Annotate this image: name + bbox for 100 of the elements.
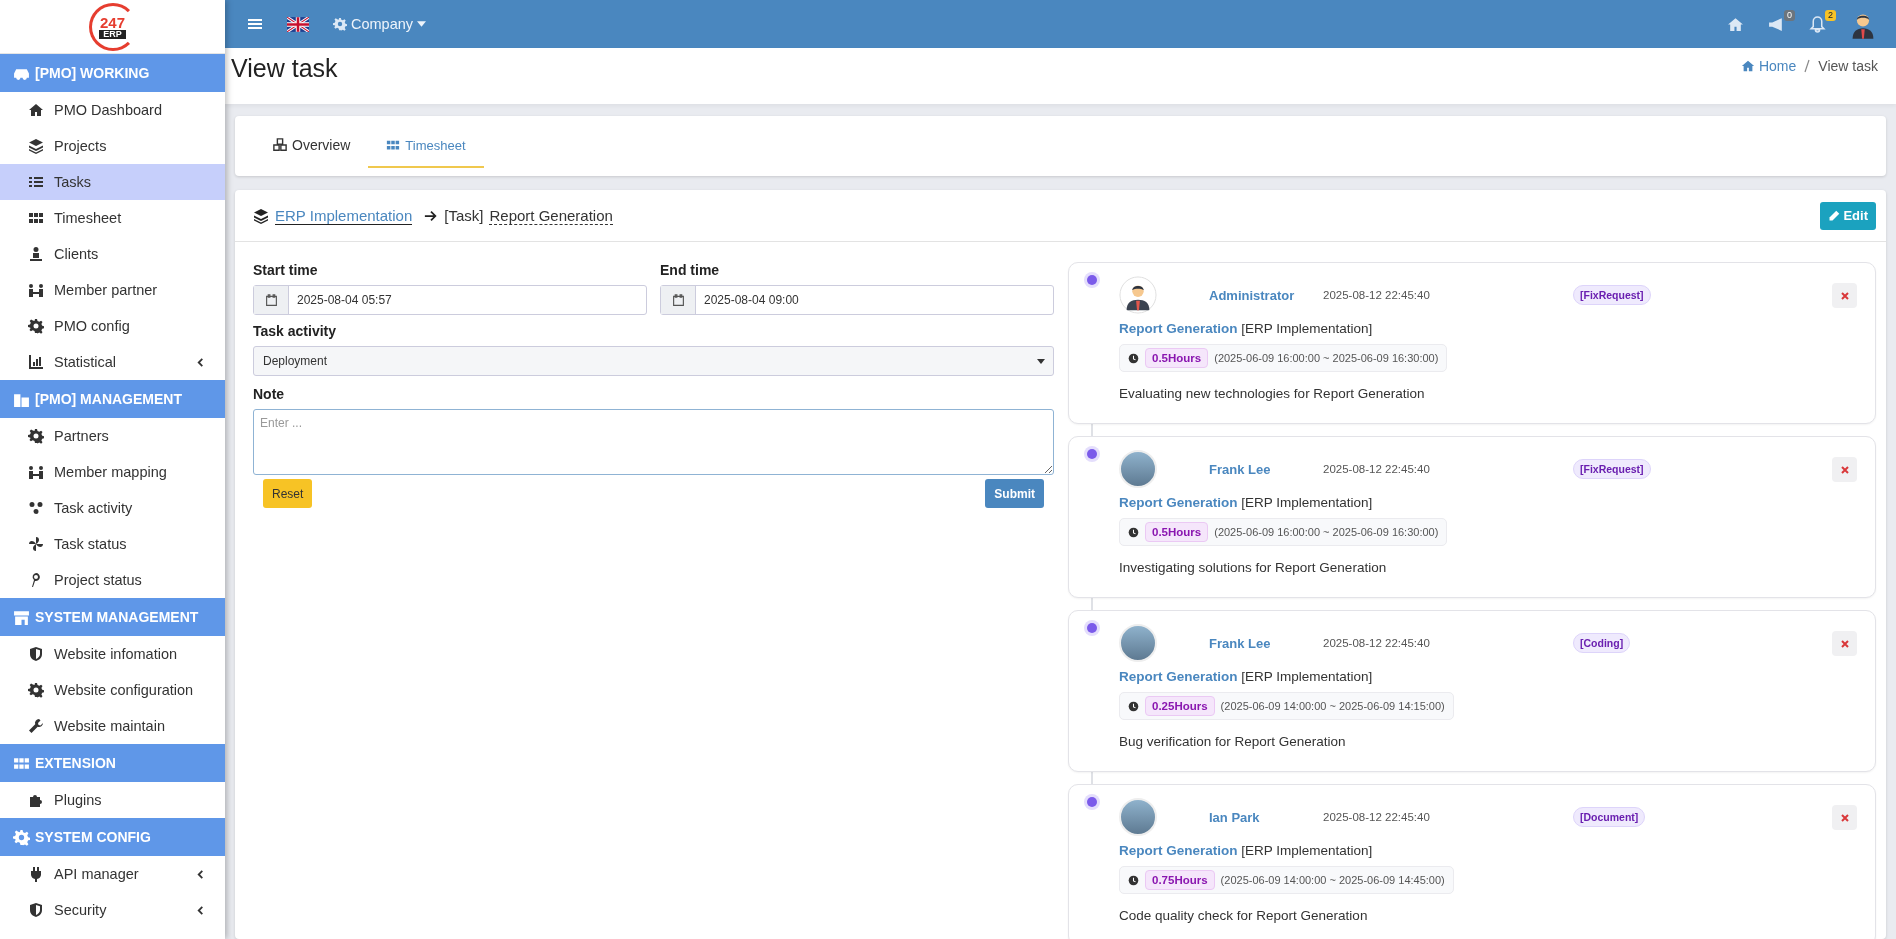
sidebar-item[interactable]: Partners xyxy=(0,418,225,454)
bell-icon[interactable] xyxy=(1809,15,1826,33)
delete-button[interactable] xyxy=(1832,805,1857,830)
delete-button[interactable] xyxy=(1832,457,1857,482)
user-name[interactable]: Frank Lee xyxy=(1209,461,1323,477)
close-icon xyxy=(1839,812,1850,823)
time-range: (2025-06-09 14:00:00 ~ 2025-06-09 14:15:00) xyxy=(1220,700,1445,712)
gears-icon xyxy=(13,828,30,846)
project-name: [ERP Implementation] xyxy=(1241,669,1373,684)
sidebar-item[interactable]: Member mapping xyxy=(0,454,225,490)
time-range: (2025-06-09 16:00:00 ~ 2025-06-09 16:30:00) xyxy=(1214,352,1439,364)
calendar-icon xyxy=(264,293,278,307)
user-name[interactable]: Frank Lee xyxy=(1209,635,1323,651)
breadcrumb-current: View task xyxy=(1818,58,1878,74)
sidebar-item[interactable]: Projects xyxy=(0,128,225,164)
project-name: [ERP Implementation] xyxy=(1241,321,1373,336)
avatar-photo-placeholder xyxy=(1119,450,1157,488)
home-icon[interactable] xyxy=(1727,15,1744,33)
home-icon xyxy=(28,102,44,118)
field-label: Note xyxy=(253,386,286,402)
sidebar-item[interactable]: API manager xyxy=(0,856,225,892)
close-icon xyxy=(1839,290,1850,301)
task-link[interactable]: Report Generation xyxy=(1119,843,1238,858)
activity-tag: [FixRequest] xyxy=(1573,459,1651,479)
sidebar-item[interactable]: Website maintain xyxy=(0,708,225,744)
people-icon xyxy=(28,464,44,480)
delete-button[interactable] xyxy=(1832,283,1857,308)
user-name[interactable]: Ian Park xyxy=(1209,809,1323,825)
timeline-dot xyxy=(1087,797,1097,807)
caret-down-icon xyxy=(1037,358,1045,364)
timestamp: 2025-08-12 22:45:40 xyxy=(1323,289,1431,301)
timeline-dot xyxy=(1087,449,1097,459)
sidebar-item[interactable]: Tasks xyxy=(0,164,225,200)
timestamp: 2025-08-12 22:45:40 xyxy=(1323,637,1431,649)
project-link[interactable]: ERP Implementation xyxy=(275,206,413,225)
delete-button[interactable] xyxy=(1832,631,1857,656)
breadcrumb-link[interactable]: Home xyxy=(1740,58,1797,74)
sidebar-item[interactable]: Project status xyxy=(0,562,225,598)
grid-icon xyxy=(386,138,401,152)
avatar-photo-placeholder xyxy=(1119,624,1157,662)
reset-button[interactable]: Reset xyxy=(263,479,313,508)
gear-icon xyxy=(28,428,44,444)
hours-badge: 0.5Hours xyxy=(1145,522,1209,542)
timeline-dot xyxy=(1087,275,1097,285)
entry-note: Investigating solutions for Report Generation xyxy=(1119,560,1388,575)
entry-note: Bug verification for Report Generation xyxy=(1119,734,1347,749)
cubes-icon xyxy=(273,138,287,152)
sidebar-item[interactable]: Task activity xyxy=(0,490,225,526)
company-dropdown[interactable]: Company xyxy=(333,16,427,32)
activity-select[interactable]: Deployment xyxy=(253,346,1054,376)
checklist-icon xyxy=(28,174,44,190)
task-link[interactable]: Report Generation xyxy=(1119,321,1238,336)
dots-icon xyxy=(28,500,44,516)
tab[interactable]: Timesheet xyxy=(368,124,484,168)
menu-icon[interactable] xyxy=(247,16,263,32)
plug-icon xyxy=(28,866,44,882)
tab[interactable]: Overview xyxy=(255,124,369,168)
hours-badge: 0.5Hours xyxy=(1145,348,1209,368)
close-icon xyxy=(1839,638,1850,649)
field-label: Task activity xyxy=(253,323,337,339)
wrench-icon xyxy=(28,718,44,734)
time-range: (2025-06-09 14:00:00 ~ 2025-06-09 14:45:00) xyxy=(1220,874,1445,886)
entry-note: Code quality check for Report Generation xyxy=(1119,908,1369,923)
date-time-field[interactable]: 2025-08-04 09:00 xyxy=(660,285,1054,315)
close-icon xyxy=(1839,464,1850,475)
time-range: (2025-06-09 16:00:00 ~ 2025-06-09 16:30:00) xyxy=(1214,526,1439,538)
timestamp: 2025-08-12 22:45:40 xyxy=(1323,463,1431,475)
pencil-icon xyxy=(1828,209,1841,222)
note-field[interactable]: Enter ... xyxy=(253,409,1054,475)
submit-button[interactable]: Submit xyxy=(985,479,1044,508)
sidebar-item[interactable]: Plugins xyxy=(0,782,225,818)
people-icon xyxy=(28,282,44,298)
task-name[interactable]: Report Generation xyxy=(489,206,613,225)
sidebar-item[interactable]: Task status xyxy=(0,526,225,562)
sidebar-item[interactable]: PMO config xyxy=(0,308,225,344)
activity-tag: [Document] xyxy=(1573,807,1646,827)
store-icon xyxy=(13,608,30,626)
sidebar-item[interactable]: Website infomation xyxy=(0,636,225,672)
activity-tag: [Coding] xyxy=(1573,633,1631,653)
gear-icon xyxy=(333,17,347,31)
person-icon xyxy=(28,246,44,262)
grid-icon xyxy=(28,210,44,226)
bar-chart-icon xyxy=(28,354,44,370)
sidebar-item[interactable]: Security xyxy=(0,892,225,928)
sidebar-item[interactable]: Website configuration xyxy=(0,672,225,708)
flag-icon[interactable] xyxy=(287,16,309,32)
sidebar-item[interactable]: Timesheet xyxy=(0,200,225,236)
announcement-count-badge: 0 xyxy=(1784,9,1795,22)
caret-down-icon xyxy=(417,21,427,27)
task-link[interactable]: Report Generation xyxy=(1119,495,1238,510)
sidebar-item[interactable]: Statistical xyxy=(0,344,225,380)
task-link[interactable]: Report Generation xyxy=(1119,669,1238,684)
user-name[interactable]: Administrator xyxy=(1209,287,1323,303)
sidebar-item[interactable]: PMO Dashboard xyxy=(0,92,225,128)
avatar-photo-placeholder xyxy=(1119,798,1157,836)
gear-icon xyxy=(28,682,44,698)
sidebar-item[interactable]: Clients xyxy=(0,236,225,272)
date-time-field[interactable]: 2025-08-04 05:57 xyxy=(253,285,647,315)
sidebar-item[interactable]: Member partner xyxy=(0,272,225,308)
megaphone-icon[interactable] xyxy=(1768,15,1785,33)
